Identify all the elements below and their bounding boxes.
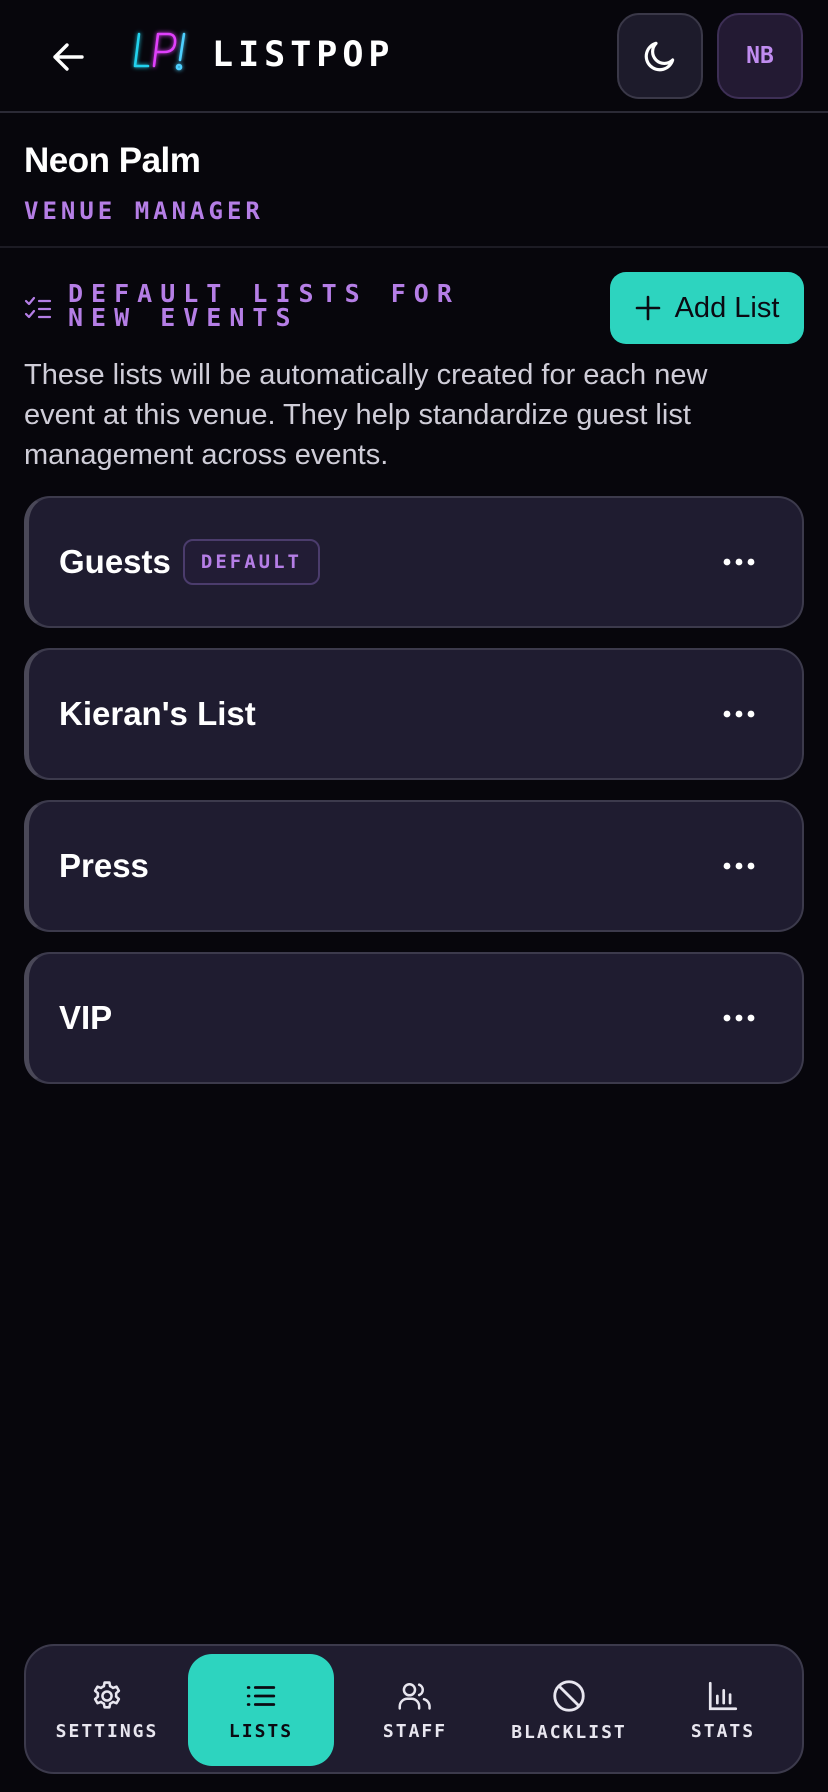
top-bar: LISTPOP NB — [0, 0, 828, 113]
ban-icon — [553, 1679, 585, 1712]
plus-icon — [635, 295, 660, 321]
more-horizontal-icon — [723, 558, 755, 566]
default-badge: DEFAULT — [182, 539, 320, 585]
brand-name: LISTPOP — [212, 35, 395, 75]
bottom-nav: SETTINGS LISTS STAFF BLACKLIST STATS — [24, 1644, 804, 1774]
nav-lists[interactable]: LISTS — [188, 1654, 334, 1766]
venue-role: VENUE MANAGER — [24, 197, 264, 225]
nav-settings[interactable]: SETTINGS — [34, 1654, 180, 1766]
nav-label: LISTS — [228, 1720, 294, 1742]
add-list-label: Add List — [674, 291, 780, 324]
list-card-kierans-list[interactable]: Kieran's List — [24, 648, 804, 780]
add-list-button[interactable]: Add List — [610, 272, 804, 344]
section-title: DEFAULT LISTS FOR NEW EVENTS — [68, 279, 460, 332]
list-icon — [246, 1685, 276, 1706]
more-options-button[interactable] — [714, 694, 764, 734]
nav-staff[interactable]: STAFF — [342, 1654, 488, 1766]
back-button[interactable] — [38, 30, 98, 84]
more-horizontal-icon — [723, 862, 755, 870]
more-horizontal-icon — [723, 1014, 755, 1022]
theme-toggle-button[interactable] — [617, 13, 703, 99]
venue-name: Neon Palm — [24, 141, 201, 180]
listpop-logo — [130, 26, 192, 80]
user-avatar-button[interactable]: NB — [717, 13, 803, 99]
nav-label: SETTINGS — [55, 1720, 159, 1742]
list-name: Kieran's List — [59, 695, 256, 732]
more-options-button[interactable] — [714, 998, 764, 1038]
arrow-left-icon — [53, 43, 84, 71]
list-card-press[interactable]: Press — [24, 800, 804, 932]
app-screen: LISTPOP NB Neon Palm VENUE MANAGER DEFAU… — [0, 0, 828, 1792]
gear-icon — [93, 1680, 121, 1709]
list-name: VIP — [59, 999, 113, 1036]
list-checks-icon — [24, 296, 52, 319]
list-card-guests[interactable]: Guests DEFAULT — [24, 496, 804, 628]
moon-icon — [644, 41, 675, 72]
nav-stats[interactable]: STATS — [650, 1654, 796, 1766]
nav-label: STATS — [690, 1720, 756, 1742]
section-description: These lists will be automatically create… — [24, 359, 708, 471]
users-icon — [398, 1682, 431, 1710]
nav-label: BLACKLIST — [511, 1721, 627, 1743]
list-name: Guests — [59, 543, 171, 580]
more-options-button[interactable] — [714, 542, 764, 582]
venue-header: Neon Palm VENUE MANAGER — [0, 113, 828, 248]
nav-blacklist[interactable]: BLACKLIST — [496, 1654, 642, 1766]
bar-chart-icon — [708, 1681, 738, 1710]
nav-label: STAFF — [382, 1720, 448, 1742]
list-card-vip[interactable]: VIP — [24, 952, 804, 1084]
more-options-button[interactable] — [714, 846, 764, 886]
list-name: Press — [59, 847, 149, 884]
more-horizontal-icon — [723, 710, 755, 718]
